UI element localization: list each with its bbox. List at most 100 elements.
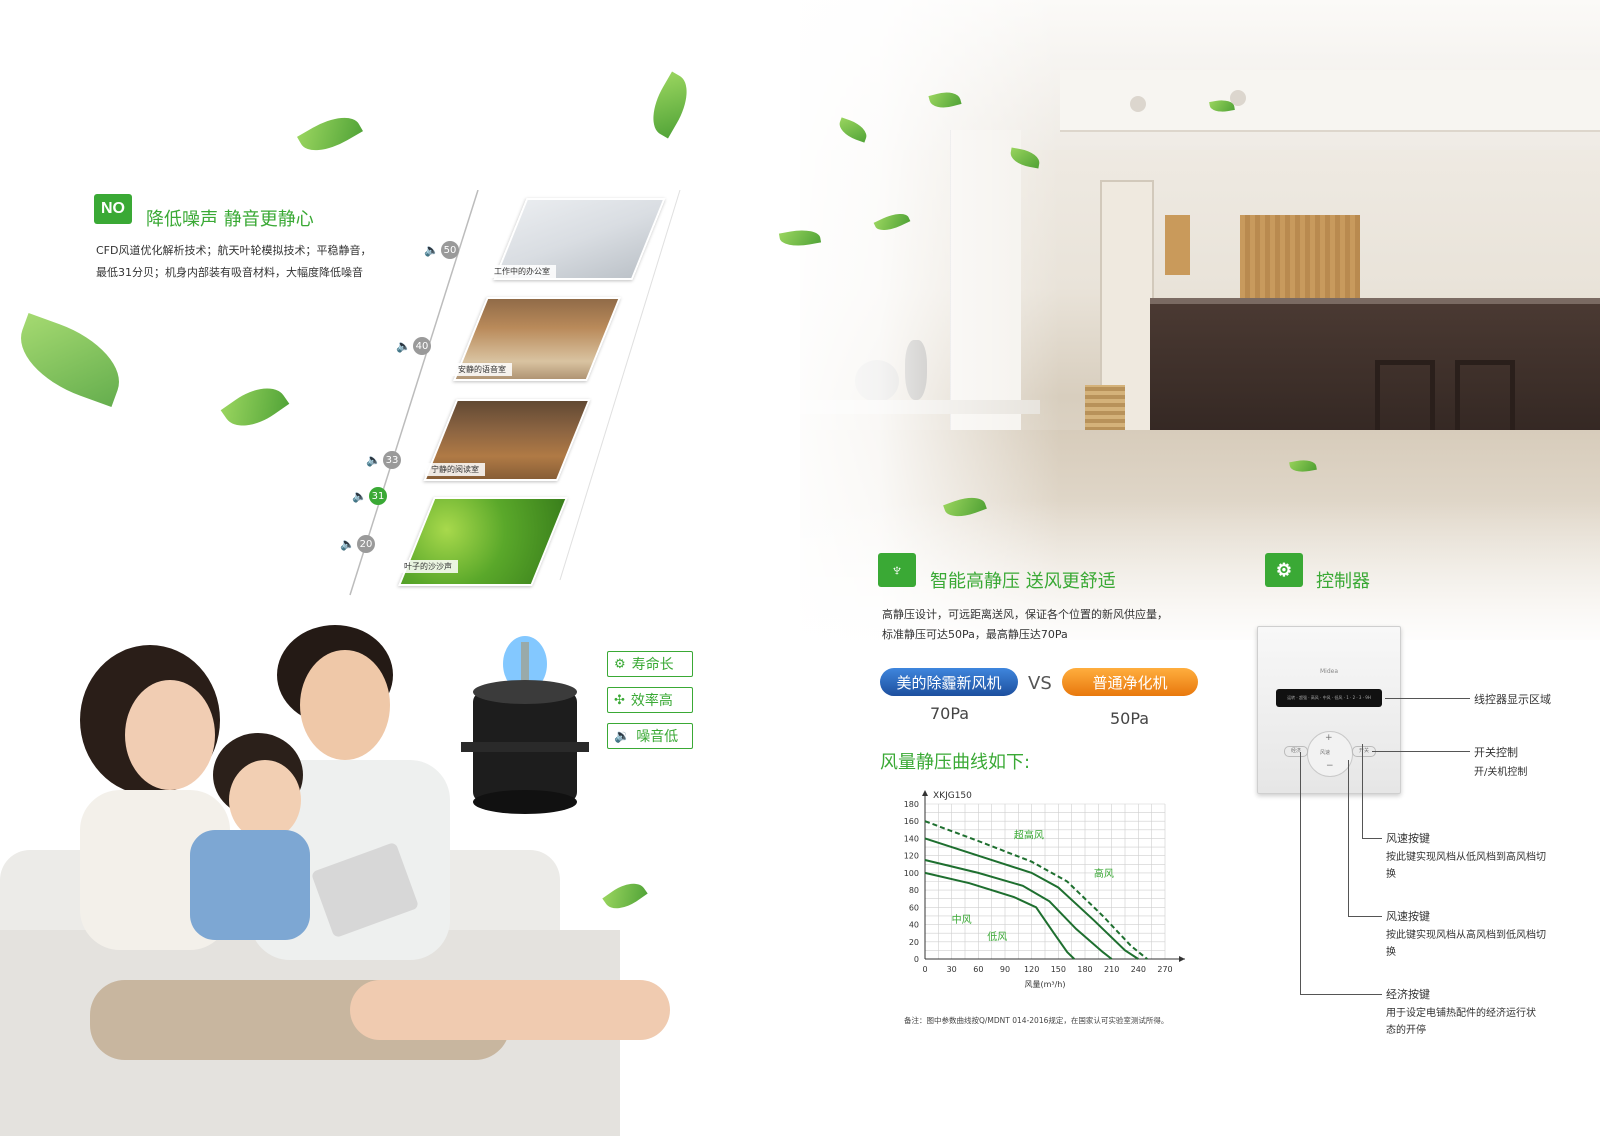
y-tick-label: 160 <box>904 817 919 826</box>
pressure-section-title: 智能高静压 送风更舒适 <box>930 571 1116 592</box>
y-axis-arrow <box>922 790 928 796</box>
series-label: 中风 <box>952 913 972 926</box>
speaker-icon: 🔈 <box>424 243 439 257</box>
x-tick-label: 270 <box>1157 965 1172 974</box>
x-tick-label: 210 <box>1104 965 1119 974</box>
db-indicator-20: 🔈 20 <box>340 535 375 553</box>
fan-badge-icon: ♆ <box>878 553 916 587</box>
x-tick-label: 0 <box>922 965 927 974</box>
midea-pill: 美的除霾新风机 <box>880 668 1018 696</box>
pressure-body-line2: 标准静压可达50Pa，最高静压达70Pa <box>882 628 1068 641</box>
gear-icon: ⚙ <box>614 656 626 672</box>
x-axis-label: 风量(m³/h) <box>1024 980 1065 989</box>
x-axis-arrow <box>1179 956 1185 962</box>
reading-room-caption: 宁静的阅读室 <box>425 463 485 476</box>
minus-icon[interactable]: − <box>1326 761 1334 771</box>
y-tick-label: 0 <box>914 955 919 964</box>
power-callout-title: 开关控制 <box>1474 746 1518 759</box>
display-text: 运转 · 超强 · 高风 · 中风 · 低风 · 1 · 2 · 3 · 9H <box>1287 695 1371 700</box>
speaker-icon: 🔈 <box>366 453 381 467</box>
ordinary-pill: 普通净化机 <box>1062 668 1198 696</box>
wall-controller: Midea 运转 · 超强 · 高风 · 中风 · 低风 · 1 · 2 · 3… <box>1257 626 1401 794</box>
vs-label: VS <box>1028 673 1052 694</box>
economy-callout-desc: 用于设定电铺热配件的经济运行状态的开停 <box>1386 1008 1536 1036</box>
leader-line <box>1362 838 1382 839</box>
gears-badge-icon: ⚙ <box>1265 553 1303 587</box>
pressure-curve-chart: 0 30 60 90 120 150 180 210 240 270 0 20 40 60 80 100 120… <box>904 790 1185 989</box>
noise-section-title: 降低噪声 静音更静心 <box>146 209 314 230</box>
db-value: 50 <box>440 241 459 259</box>
controller-section-title: 控制器 <box>1316 571 1370 592</box>
curve-heading: 风量静压曲线如下: <box>880 752 1031 773</box>
db-indicator-50: 🔈 50 <box>424 241 459 259</box>
x-tick-label: 180 <box>1077 965 1092 974</box>
db-indicator-31: 🔈 31 <box>352 487 387 505</box>
speaker-icon: 🔈 <box>340 537 355 551</box>
db-value: 31 <box>368 487 387 505</box>
noise-body-line2: 最低31分贝；机身内部装有吸音材料，大幅度降低噪音 <box>96 266 363 279</box>
y-tick-label: 80 <box>909 886 919 895</box>
x-tick-label: 240 <box>1131 965 1146 974</box>
plus-icon[interactable]: + <box>1325 733 1333 743</box>
leaf-decoration <box>220 375 290 439</box>
y-tick-label: 20 <box>909 938 919 947</box>
leaf-decoration <box>642 71 698 139</box>
x-tick-label: 60 <box>973 965 983 974</box>
speed-up-callout-desc: 按此键实现风档从低风档到高风档切换 <box>1386 852 1546 880</box>
pressure-body-line1: 高静压设计，可远距离送风，保证各个位置的新风供应量， <box>882 608 1168 621</box>
room-bottom-fade-overlay <box>760 500 1600 680</box>
leader-line <box>1348 916 1382 917</box>
speed-down-callout-desc: 按此键实现风档从高风档到低风档切换 <box>1386 930 1546 958</box>
family-illustration <box>0 625 670 1136</box>
no-badge: NO <box>94 194 132 224</box>
feature-label: 噪音低 <box>636 729 679 745</box>
speed-center-button[interactable]: 风速 <box>1320 749 1330 756</box>
feature-long-life: ⚙ 寿命长 <box>607 651 693 677</box>
series-label: 低风 <box>987 930 1007 943</box>
economy-callout-title: 经济按键 <box>1386 988 1430 1001</box>
speaker-icon: 🔉 <box>614 728 631 744</box>
chart-note: 备注：图中参数曲线按Q/MDNT 014-2016规定，在国家认可实验室测试所得… <box>904 1016 1169 1025</box>
controller-display: 运转 · 超强 · 高风 · 中风 · 低风 · 1 · 2 · 3 · 9H <box>1276 689 1382 707</box>
leader-line <box>1300 994 1382 995</box>
feature-label: 效率高 <box>630 693 673 709</box>
y-tick-label: 60 <box>909 903 919 912</box>
y-tick-label: 140 <box>904 834 919 843</box>
x-tick-label: 30 <box>947 965 957 974</box>
db-value: 20 <box>356 535 375 553</box>
leaves-caption: 叶子的沙沙声 <box>398 560 458 573</box>
fan-motor-image <box>461 636 589 814</box>
chart-title: XKJG150 <box>933 791 972 801</box>
leader-line <box>1362 744 1363 838</box>
display-area-callout: 线控器显示区域 <box>1474 693 1551 706</box>
y-tick-label: 120 <box>904 852 919 861</box>
series-label: 超高风 <box>1014 828 1044 841</box>
fan-icon: ✣ <box>614 692 625 708</box>
feature-low-noise: 🔉 噪音低 <box>607 723 693 749</box>
db-indicator-33: 🔈 33 <box>366 451 401 469</box>
office-caption: 工作中的办公室 <box>488 265 556 278</box>
leaf-decoration <box>8 312 132 408</box>
family-photo <box>0 600 720 1136</box>
midea-pressure-value: 70Pa <box>930 704 970 723</box>
speed-down-callout-title: 风速按键 <box>1386 910 1430 923</box>
feature-high-efficiency: ✣ 效率高 <box>607 687 693 713</box>
y-tick-label: 40 <box>909 921 919 930</box>
x-tick-label: 150 <box>1051 965 1066 974</box>
speaker-icon: 🔈 <box>352 489 367 503</box>
leader-line <box>1372 751 1470 752</box>
power-callout-desc: 开/关机控制 <box>1474 767 1528 778</box>
speaker-icon: 🔈 <box>396 339 411 353</box>
economy-button[interactable]: 经济 <box>1284 746 1308 757</box>
db-value: 40 <box>412 337 431 355</box>
leader-line <box>1385 698 1470 699</box>
brand-logo: Midea <box>1320 668 1339 675</box>
y-tick-label: 180 <box>904 800 919 809</box>
y-tick-label: 100 <box>904 869 919 878</box>
x-tick-label: 90 <box>1000 965 1010 974</box>
leaf-decoration <box>297 106 363 162</box>
voice-room-caption: 安静的语音室 <box>452 363 512 376</box>
leader-line <box>1348 760 1349 916</box>
leader-line <box>1300 752 1301 994</box>
x-tick-label: 120 <box>1024 965 1039 974</box>
